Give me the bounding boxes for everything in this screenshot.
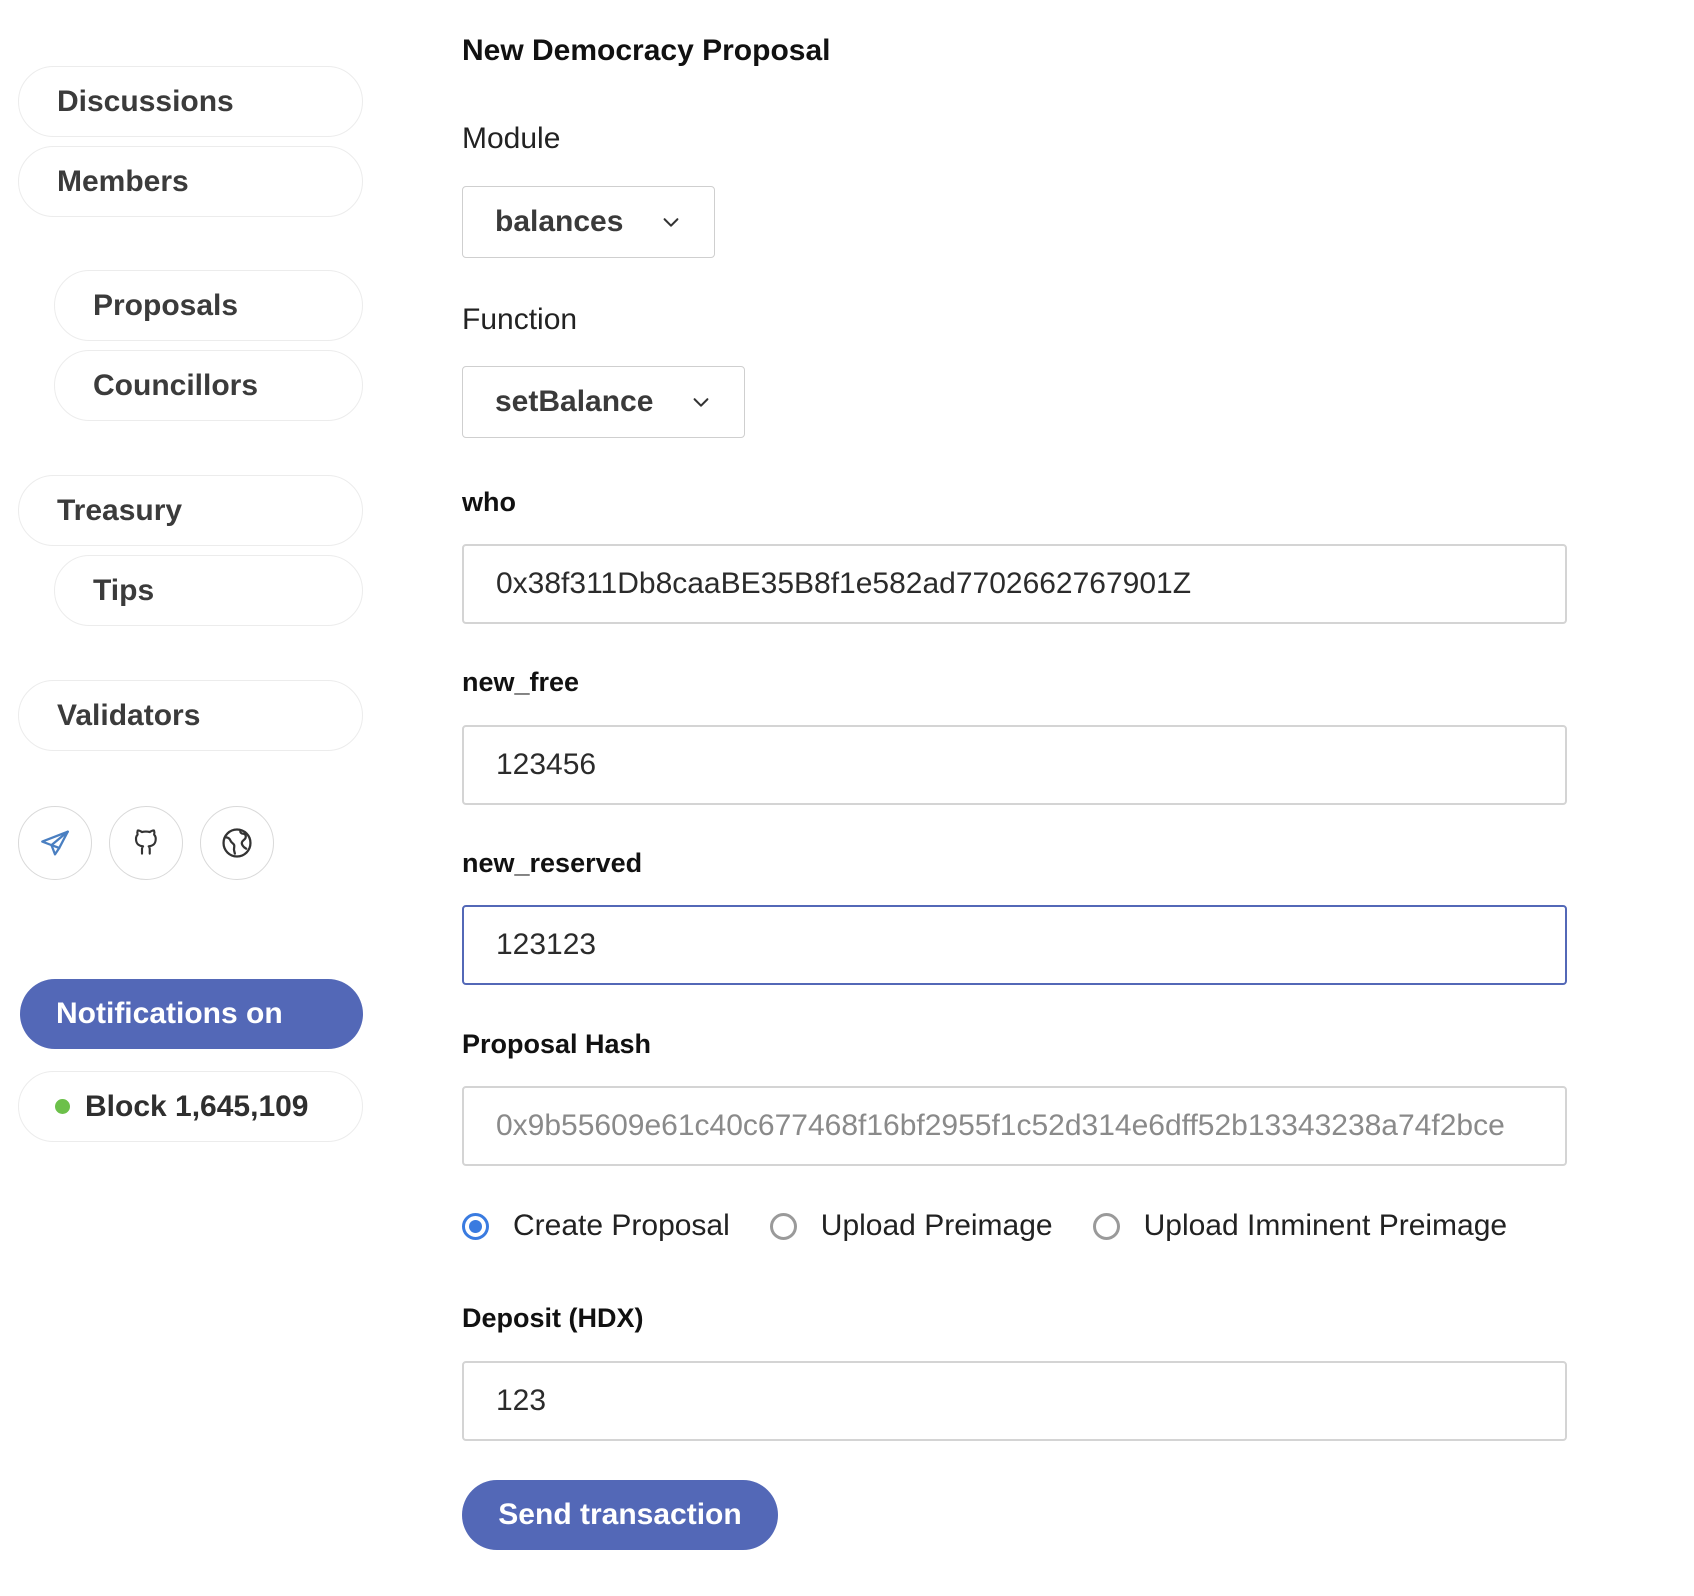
sidebar-item-validators[interactable]: Validators	[18, 680, 363, 751]
sidebar-item-label: Discussions	[57, 84, 234, 118]
sidebar-item-tips[interactable]: Tips	[54, 555, 363, 626]
github-button[interactable]	[109, 806, 183, 880]
chevron-down-icon	[663, 218, 679, 227]
radio-upload-imminent-preimage[interactable]: Upload Imminent Preimage	[1092, 1209, 1508, 1243]
radio-unselected-icon	[769, 1212, 797, 1240]
chevron-down-icon	[693, 398, 709, 407]
radio-label: Create Proposal	[513, 1209, 730, 1242]
globe-button[interactable]	[200, 806, 274, 880]
sidebar-item-treasury[interactable]: Treasury	[18, 475, 363, 546]
github-icon	[134, 829, 157, 855]
function-select[interactable]: setBalance	[462, 366, 745, 438]
sidebar-item-proposals[interactable]: Proposals	[54, 270, 363, 341]
sidebar-item-label: Validators	[57, 698, 201, 732]
proposal-hash-field	[462, 1086, 1567, 1166]
deposit-label: Deposit (HDX)	[462, 1303, 644, 1333]
notifications-toggle-button[interactable]: Notifications on	[20, 979, 363, 1049]
sidebar-item-label: Tips	[93, 573, 155, 607]
who-input[interactable]	[462, 544, 1567, 624]
sidebar-item-discussions[interactable]: Discussions	[18, 66, 363, 137]
proposal-hash-label: Proposal Hash	[462, 1029, 652, 1059]
block-number: Block 1,645,109	[85, 1089, 309, 1123]
module-select-value: balances	[495, 205, 624, 238]
telegram-button[interactable]	[18, 806, 92, 880]
page-title: New Democracy Proposal	[462, 34, 831, 67]
sidebar-item-label: Proposals	[93, 288, 239, 322]
radio-create-proposal[interactable]: Create Proposal	[462, 1209, 730, 1243]
who-label: who	[462, 487, 516, 517]
new-reserved-input[interactable]	[462, 905, 1567, 985]
new-reserved-label: new_reserved	[462, 848, 643, 878]
new-free-label: new_free	[462, 667, 580, 697]
sidebar-item-label: Members	[57, 164, 189, 198]
radio-upload-preimage[interactable]: Upload Preimage	[769, 1209, 1053, 1243]
radio-label: Upload Preimage	[820, 1209, 1053, 1242]
radio-unselected-icon	[1092, 1212, 1120, 1240]
sidebar-item-label: Councillors	[93, 368, 259, 402]
deposit-input[interactable]	[462, 1361, 1567, 1441]
status-dot-icon	[55, 1099, 70, 1114]
sidebar-item-members[interactable]: Members	[18, 146, 363, 217]
new-free-input[interactable]	[462, 725, 1567, 805]
module-select[interactable]: balances	[462, 186, 715, 258]
sidebar-item-label: Treasury	[57, 493, 183, 527]
radio-label: Upload Imminent Preimage	[1143, 1209, 1508, 1242]
sidebar-item-councillors[interactable]: Councillors	[54, 350, 363, 421]
block-status: Block 1,645,109	[18, 1071, 363, 1142]
telegram-icon	[41, 830, 69, 856]
globe-icon	[222, 828, 252, 858]
function-label: Function	[462, 303, 578, 336]
proposal-type-radio-group: Create Proposal Upload Preimage Upload I…	[462, 1206, 1547, 1246]
function-select-value: setBalance	[495, 385, 654, 418]
send-transaction-button[interactable]: Send transaction	[462, 1480, 778, 1550]
module-label: Module	[462, 122, 561, 155]
radio-selected-icon	[462, 1212, 489, 1240]
